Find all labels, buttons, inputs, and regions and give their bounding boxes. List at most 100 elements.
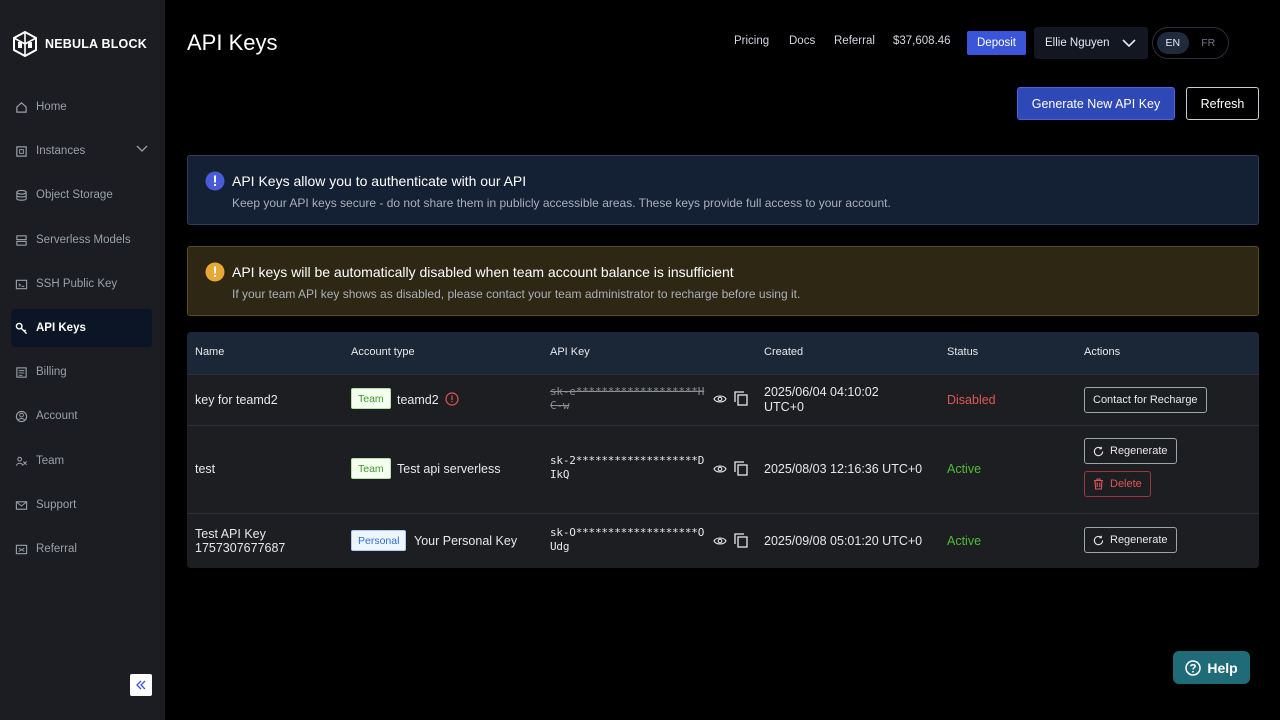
api-key-value: sk-e*******************HC-w [550, 385, 705, 412]
warning-exclamation-icon [205, 262, 225, 282]
status-badge: Active [947, 462, 982, 476]
regenerate-button[interactable]: Regenerate [1084, 527, 1177, 553]
sidebar-item-label: SSH Public Key [36, 278, 118, 290]
sidebar-item-label: Instances [36, 145, 86, 157]
key-name: test [195, 462, 216, 476]
sidebar-item-home[interactable]: Home [11, 88, 152, 126]
sidebar-item-referral[interactable]: Referral [11, 530, 152, 568]
warning-alert: API keys will be automatically disabled … [187, 246, 1259, 316]
account-name: Test api serverless [397, 462, 501, 476]
copy-icon[interactable] [734, 533, 748, 548]
button-label: Regenerate [1110, 445, 1168, 457]
button-label: Regenerate [1110, 534, 1168, 546]
table-row: key for teamd2 Team teamd2 sk-e*********… [187, 375, 1259, 426]
column-header-api-key: API Key [550, 346, 590, 358]
table-row: Test API Key 1757307677687 Personal Your… [187, 514, 1259, 568]
eye-icon[interactable] [713, 463, 727, 475]
database-icon [14, 188, 28, 202]
nav-link-docs[interactable]: Docs [789, 35, 815, 47]
sidebar-item-account[interactable]: Account [11, 397, 152, 435]
language-option-fr[interactable]: FR [1193, 32, 1225, 54]
user-menu[interactable]: Ellie Nguyen [1034, 27, 1148, 59]
warning-alert-title: API keys will be automatically disabled … [232, 264, 734, 280]
nav-link-pricing[interactable]: Pricing [734, 35, 769, 47]
account-icon [14, 409, 28, 423]
brand-logo[interactable]: NEBULA BLOCK [13, 31, 147, 57]
sidebar-item-label: API Keys [36, 322, 86, 334]
double-chevron-left-icon [136, 680, 146, 690]
column-header-status: Status [947, 346, 979, 358]
created-date: 2025/08/03 12:16:36 UTC+0 [764, 462, 923, 476]
column-header-created: Created [764, 346, 804, 358]
sidebar-item-ssh-public-key[interactable]: SSH Public Key [11, 265, 152, 303]
sidebar-item-billing[interactable]: Billing [11, 353, 152, 391]
page-title: API Keys [187, 30, 278, 55]
key-name: Test API Key 1757307677687 [195, 527, 286, 555]
created-date: 2025/06/04 04:10:02 UTC+0 [764, 385, 879, 414]
button-label: Contact for Recharge [1093, 394, 1198, 406]
sidebar-item-object-storage[interactable]: Object Storage [11, 176, 152, 214]
key-icon [14, 321, 28, 335]
api-key-value: sk-2*******************DIkQ [550, 454, 705, 481]
column-header-actions: Actions [1084, 346, 1121, 358]
sidebar-item-label: Referral [36, 543, 77, 555]
created-date: 2025/09/08 05:01:20 UTC+0 [764, 534, 923, 548]
account-type-tag: Personal [351, 530, 407, 551]
generate-api-key-button[interactable]: Generate New API Key [1017, 87, 1175, 120]
sidebar-item-serverless-models[interactable]: Serverless Models [11, 221, 152, 259]
sidebar-item-label: Home [36, 101, 67, 113]
info-alert-description: Keep your API keys secure - do not share… [232, 196, 891, 210]
sidebar: NEBULA BLOCK Home Instances Object Stora… [0, 0, 165, 720]
question-circle-icon [1185, 659, 1202, 676]
sidebar-item-instances[interactable]: Instances [11, 132, 152, 170]
eye-icon[interactable] [713, 393, 727, 405]
sidebar-item-label: Account [36, 410, 78, 422]
nebula-logo-icon [13, 31, 37, 57]
copy-icon[interactable] [734, 391, 748, 406]
deposit-button[interactable]: Deposit [967, 31, 1026, 55]
account-type-tag: Team [351, 388, 391, 409]
ssh-key-icon [14, 277, 28, 291]
account-type-tag: Team [351, 458, 391, 479]
sidebar-item-support[interactable]: Support [11, 486, 152, 524]
copy-icon[interactable] [734, 461, 748, 476]
regenerate-button[interactable]: Regenerate [1084, 438, 1177, 464]
chevron-down-icon[interactable] [136, 145, 148, 153]
status-badge: Disabled [947, 393, 996, 407]
home-icon [14, 100, 28, 114]
help-label: Help [1207, 659, 1238, 676]
sidebar-item-label: Billing [36, 366, 67, 378]
table-row: test Team Test api serverless sk-2******… [187, 426, 1259, 514]
api-key-value: sk-O*******************OUdg [550, 526, 705, 553]
status-badge: Active [947, 534, 982, 548]
chevron-down-icon [1122, 39, 1136, 48]
sidebar-item-label: Serverless Models [36, 234, 131, 246]
language-option-en[interactable]: EN [1157, 32, 1189, 54]
eye-icon[interactable] [713, 535, 727, 547]
collapse-sidebar-button[interactable] [130, 674, 152, 696]
sidebar-item-label: Support [36, 499, 77, 511]
chip-icon [14, 144, 28, 158]
table-header: Name Account type API Key Created Status… [187, 332, 1259, 375]
nav-link-referral[interactable]: Referral [834, 35, 875, 47]
delete-button[interactable]: Delete [1084, 471, 1151, 497]
sidebar-item-team[interactable]: Team [11, 442, 152, 480]
api-keys-table: Name Account type API Key Created Status… [187, 332, 1259, 568]
info-alert: API Keys allow you to authenticate with … [187, 155, 1259, 225]
account-name: teamd2 [397, 393, 439, 407]
sidebar-item-label: Object Storage [36, 189, 113, 201]
alert-circle-icon[interactable] [445, 392, 459, 406]
refresh-button[interactable]: Refresh [1186, 87, 1259, 120]
referral-icon [14, 542, 28, 556]
info-exclamation-icon [205, 171, 225, 191]
user-name: Ellie Nguyen [1045, 37, 1110, 49]
key-name: key for teamd2 [195, 393, 278, 407]
warning-alert-description: If your team API key shows as disabled, … [232, 287, 801, 301]
refresh-icon [1093, 446, 1104, 456]
sidebar-item-api-keys[interactable]: API Keys [11, 309, 152, 347]
refresh-icon [1093, 535, 1104, 545]
contact-for-recharge-button[interactable]: Contact for Recharge [1084, 387, 1207, 413]
help-button[interactable]: Help [1173, 651, 1250, 684]
server-icon [14, 233, 28, 247]
language-switcher: EN FR [1152, 27, 1229, 59]
